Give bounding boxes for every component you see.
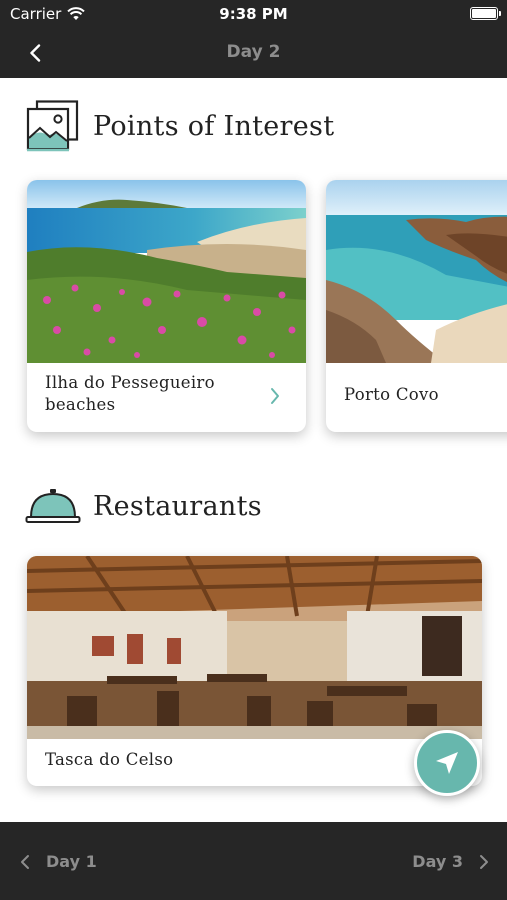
page-title: Day 2 xyxy=(226,42,281,62)
photos-icon xyxy=(26,100,79,152)
content-scroll[interactable]: Points of Interest Ilha do Pessegueiro b… xyxy=(0,78,507,822)
poi-card-label-line2: beaches xyxy=(45,395,116,414)
restaurant-card-image xyxy=(27,556,482,739)
chevron-right-icon xyxy=(271,388,279,404)
poi-section-header: Points of Interest xyxy=(25,100,334,152)
poi-card-label-line1: Ilha do Pessegueiro xyxy=(45,373,215,392)
poi-card-label: Ilha do Pessegueiro beaches xyxy=(45,372,215,416)
nav-bar: Day 2 xyxy=(0,28,507,78)
poi-card-label: Porto Covo xyxy=(344,385,439,404)
restaurant-card-tasca-do-celso[interactable]: Tasca do Celso xyxy=(27,556,482,786)
previous-day-label: Day 1 xyxy=(46,852,97,871)
status-bar: Carrier 9:38 PM xyxy=(0,0,507,28)
restaurants-section-header: Restaurants xyxy=(25,486,262,526)
poi-card-ilha-do-pessegueiro[interactable]: Ilha do Pessegueiro beaches xyxy=(27,180,306,432)
poi-card-porto-covo[interactable]: Porto Covo xyxy=(326,180,507,432)
poi-card-image xyxy=(326,180,507,363)
previous-day-button[interactable]: Day 1 xyxy=(20,852,97,871)
navigation-button[interactable] xyxy=(414,730,480,796)
next-day-button[interactable]: Day 3 xyxy=(412,852,489,871)
poi-card-image xyxy=(27,180,306,363)
bottom-bar: Day 1 Day 3 xyxy=(0,822,507,900)
poi-section-title: Points of Interest xyxy=(93,110,335,142)
service-bell-icon xyxy=(25,489,81,523)
restaurant-card-label: Tasca do Celso xyxy=(45,750,174,769)
restaurants-section-title: Restaurants xyxy=(93,490,262,522)
chevron-left-icon xyxy=(21,854,29,869)
battery-icon xyxy=(470,7,501,20)
chevron-right-icon xyxy=(480,854,488,869)
next-day-label: Day 3 xyxy=(412,852,463,871)
status-time: 9:38 PM xyxy=(219,5,288,23)
navigation-arrow-icon xyxy=(436,752,458,774)
